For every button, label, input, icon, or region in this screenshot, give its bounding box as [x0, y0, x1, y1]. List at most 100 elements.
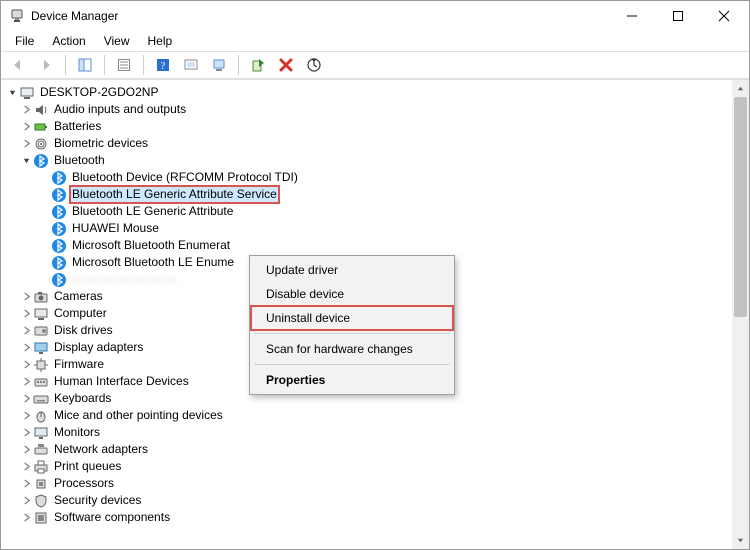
chevron-right-icon[interactable] — [19, 103, 33, 117]
tree-item-label: Computer — [52, 305, 109, 322]
tree-root[interactable]: DESKTOP-2GDO2NP — [1, 84, 732, 101]
chevron-right-icon[interactable] — [19, 358, 33, 372]
display-icon — [33, 340, 49, 356]
network-icon — [33, 442, 49, 458]
tree-item-label: Monitors — [52, 424, 102, 441]
tree-device-bt-le-service-2[interactable]: Bluetooth LE Generic Attribute — [1, 203, 732, 220]
device-manager-window: Device Manager File Action View Help ? — [0, 0, 750, 550]
minimize-button[interactable] — [609, 1, 655, 31]
chevron-right-icon[interactable] — [19, 494, 33, 508]
tree-item-label: Network adapters — [52, 441, 150, 458]
bluetooth-icon — [51, 187, 67, 203]
context-menu-separator — [254, 364, 450, 365]
chevron-down-icon[interactable] — [19, 154, 33, 168]
chevron-right-icon[interactable] — [19, 341, 33, 355]
tree-category-bluetooth[interactable]: Bluetooth — [1, 152, 732, 169]
scroll-down-button[interactable] — [732, 532, 749, 549]
ctx-disable-device[interactable]: Disable device — [252, 282, 452, 306]
close-button[interactable] — [701, 1, 747, 31]
vertical-scrollbar[interactable] — [732, 80, 749, 549]
tree-device-bt-le-service[interactable]: Bluetooth LE Generic Attribute Service — [1, 186, 732, 203]
show-hide-tree-button[interactable] — [72, 53, 98, 77]
tree-category-printq[interactable]: Print queues — [1, 458, 732, 475]
toolbar-separator — [143, 55, 144, 75]
uninstall-device-button[interactable] — [273, 53, 299, 77]
speaker-icon — [33, 102, 49, 118]
menu-file[interactable]: File — [7, 32, 42, 50]
tree-item-label: Bluetooth — [52, 152, 107, 169]
back-button[interactable] — [5, 53, 31, 77]
chevron-right-icon[interactable] — [19, 477, 33, 491]
hid-icon — [33, 374, 49, 390]
disk-icon — [33, 323, 49, 339]
ctx-scan-hardware[interactable]: Scan for hardware changes — [252, 337, 452, 361]
computer-icon — [33, 306, 49, 322]
chevron-down-icon[interactable] — [5, 86, 19, 100]
context-menu: Update driver Disable device Uninstall d… — [249, 255, 455, 395]
tree-device-bt-huawei[interactable]: HUAWEI Mouse — [1, 220, 732, 237]
tree-category-network[interactable]: Network adapters — [1, 441, 732, 458]
scroll-up-button[interactable] — [732, 80, 749, 97]
ctx-uninstall-device[interactable]: Uninstall device — [252, 306, 452, 330]
tree-category-biometric[interactable]: Biometric devices — [1, 135, 732, 152]
toolbar: ? — [1, 51, 749, 79]
scroll-thumb[interactable] — [734, 97, 747, 317]
menu-action[interactable]: Action — [44, 32, 93, 50]
chevron-right-icon[interactable] — [19, 137, 33, 151]
tree-item-label: Software components — [52, 509, 172, 526]
tree-category-batteries[interactable]: Batteries — [1, 118, 732, 135]
bluetooth-icon — [33, 153, 49, 169]
tree-item-label: Batteries — [52, 118, 103, 135]
tree-category-audio[interactable]: Audio inputs and outputs — [1, 101, 732, 118]
maximize-button[interactable] — [655, 1, 701, 31]
chevron-right-icon[interactable] — [19, 426, 33, 440]
scroll-track[interactable] — [732, 97, 749, 532]
device-tree[interactable]: DESKTOP-2GDO2NP Audio inputs and outputs… — [1, 80, 732, 549]
tree-category-software[interactable]: Software components — [1, 509, 732, 526]
tree-item-label: Display adapters — [52, 339, 145, 356]
tree-category-mice[interactable]: Mice and other pointing devices — [1, 407, 732, 424]
chevron-right-icon[interactable] — [19, 375, 33, 389]
chevron-right-icon[interactable] — [19, 324, 33, 338]
scan-button[interactable] — [178, 53, 204, 77]
tree-item-label: Cameras — [52, 288, 105, 305]
monitor-icon — [33, 425, 49, 441]
battery-icon — [33, 119, 49, 135]
tree-category-processors[interactable]: Processors — [1, 475, 732, 492]
properties-button[interactable] — [111, 53, 137, 77]
menubar: File Action View Help — [1, 31, 749, 51]
chevron-right-icon[interactable] — [19, 443, 33, 457]
tree-item-label: Audio inputs and outputs — [52, 101, 188, 118]
menu-help[interactable]: Help — [140, 32, 181, 50]
tree-device-bt-rfcomm[interactable]: Bluetooth Device (RFCOMM Protocol TDI) — [1, 169, 732, 186]
toolbar-separator — [238, 55, 239, 75]
toolbar-separator — [65, 55, 66, 75]
help-button[interactable]: ? — [150, 53, 176, 77]
tree-device-bt-enum[interactable]: Microsoft Bluetooth Enumerat — [1, 237, 732, 254]
forward-button[interactable] — [33, 53, 59, 77]
svg-text:?: ? — [161, 61, 166, 72]
chevron-right-icon[interactable] — [19, 307, 33, 321]
chevron-right-icon[interactable] — [19, 409, 33, 423]
chevron-right-icon[interactable] — [19, 392, 33, 406]
chevron-right-icon[interactable] — [19, 511, 33, 525]
keyboard-icon — [33, 391, 49, 407]
chevron-right-icon[interactable] — [19, 120, 33, 134]
ctx-update-driver[interactable]: Update driver — [252, 258, 452, 282]
tree-category-security[interactable]: Security devices — [1, 492, 732, 509]
tree-item-label: Human Interface Devices — [52, 373, 191, 390]
update-driver-button[interactable] — [206, 53, 232, 77]
scan-hardware-button[interactable] — [301, 53, 327, 77]
tree-item-label: Mice and other pointing devices — [52, 407, 225, 424]
bluetooth-icon — [51, 170, 67, 186]
tree-category-monitors[interactable]: Monitors — [1, 424, 732, 441]
menu-view[interactable]: View — [96, 32, 138, 50]
tree-root-label: DESKTOP-2GDO2NP — [38, 84, 160, 101]
tree-item-label: Firmware — [52, 356, 106, 373]
chevron-right-icon[interactable] — [19, 460, 33, 474]
ctx-properties[interactable]: Properties — [252, 368, 452, 392]
shield-icon — [33, 493, 49, 509]
chevron-right-icon[interactable] — [19, 290, 33, 304]
tree-item-label: Microsoft Bluetooth Enumerat — [70, 237, 232, 254]
enable-device-button[interactable] — [245, 53, 271, 77]
